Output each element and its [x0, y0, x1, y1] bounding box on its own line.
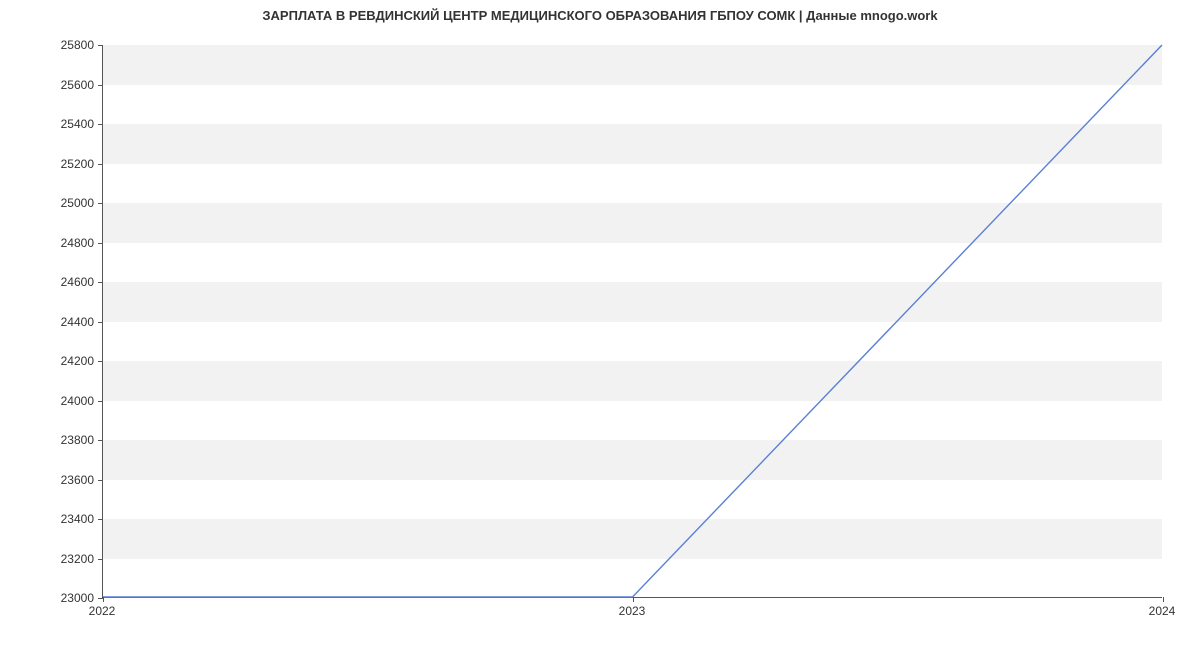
- x-tick-mark: [103, 597, 104, 602]
- y-tick-mark: [98, 361, 103, 362]
- y-tick-label: 23200: [14, 552, 94, 566]
- y-tick-label: 24400: [14, 315, 94, 329]
- plot-area: [102, 45, 1162, 598]
- y-tick-mark: [98, 85, 103, 86]
- y-tick-mark: [98, 45, 103, 46]
- y-tick-mark: [98, 401, 103, 402]
- y-tick-label: 24000: [14, 394, 94, 408]
- line-series-svg: [103, 45, 1162, 597]
- x-tick-mark: [633, 597, 634, 602]
- y-tick-mark: [98, 480, 103, 481]
- salary-line-chart: ЗАРПЛАТА В РЕВДИНСКИЙ ЦЕНТР МЕДИЦИНСКОГО…: [0, 0, 1200, 650]
- y-tick-label: 24600: [14, 275, 94, 289]
- x-tick-mark: [1163, 597, 1164, 602]
- y-tick-mark: [98, 124, 103, 125]
- y-tick-mark: [98, 243, 103, 244]
- y-tick-mark: [98, 322, 103, 323]
- y-tick-label: 25600: [14, 78, 94, 92]
- x-tick-label: 2023: [619, 604, 646, 618]
- y-tick-label: 25400: [14, 117, 94, 131]
- y-tick-label: 25200: [14, 157, 94, 171]
- y-tick-label: 23400: [14, 512, 94, 526]
- y-tick-mark: [98, 559, 103, 560]
- y-tick-label: 23600: [14, 473, 94, 487]
- x-tick-label: 2022: [89, 604, 116, 618]
- y-tick-label: 25800: [14, 38, 94, 52]
- y-tick-label: 25000: [14, 196, 94, 210]
- y-tick-mark: [98, 519, 103, 520]
- y-tick-label: 24200: [14, 354, 94, 368]
- y-tick-mark: [98, 164, 103, 165]
- y-tick-label: 24800: [14, 236, 94, 250]
- y-tick-mark: [98, 282, 103, 283]
- y-tick-mark: [98, 440, 103, 441]
- series-line: [103, 45, 1162, 597]
- y-tick-label: 23800: [14, 433, 94, 447]
- chart-title: ЗАРПЛАТА В РЕВДИНСКИЙ ЦЕНТР МЕДИЦИНСКОГО…: [0, 8, 1200, 23]
- y-tick-label: 23000: [14, 591, 94, 605]
- x-tick-label: 2024: [1149, 604, 1176, 618]
- y-tick-mark: [98, 203, 103, 204]
